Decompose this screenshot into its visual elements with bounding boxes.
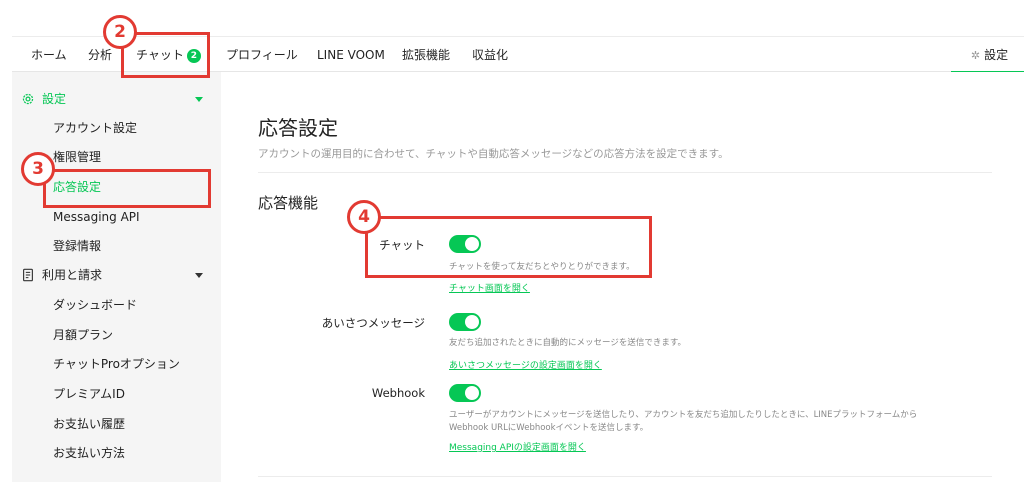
page-title: 応答設定 (258, 116, 338, 140)
nav-settings-label: 設定 (984, 48, 1009, 62)
chevron-down-icon (195, 273, 203, 278)
greeting-settings-link[interactable]: あいさつメッセージの設定画面を開く (449, 358, 602, 371)
divider (258, 476, 992, 477)
sidebar-item-registration-info[interactable]: 登録情報 (12, 232, 221, 261)
nav-extensions[interactable]: 拡張機能 (402, 37, 450, 73)
gear-icon: ✲ (970, 49, 981, 62)
nav-voom[interactable]: LINE VOOM (317, 37, 385, 73)
annotation-number-3: 3 (21, 152, 55, 186)
chevron-down-icon (195, 97, 203, 102)
annotation-box-chat-toggle (365, 216, 652, 278)
nav-monetize[interactable]: 収益化 (472, 37, 508, 73)
divider (258, 172, 992, 173)
webhook-toggle[interactable] (449, 384, 481, 402)
greeting-toggle-label: あいさつメッセージ (321, 316, 425, 330)
receipt-icon (23, 268, 33, 282)
sidebar-item-payment-method[interactable]: お支払い方法 (12, 439, 221, 468)
sidebar-header-billing[interactable]: 利用と請求 (12, 261, 221, 290)
sidebar-header-settings-label: 設定 (42, 92, 67, 106)
sidebar-item-monthly-plan[interactable]: 月額プラン (12, 321, 221, 350)
nav-settings[interactable]: ✲ 設定 (951, 37, 1024, 73)
annotation-number-2: 2 (103, 15, 137, 49)
messaging-api-settings-link[interactable]: Messaging APIの設定画面を開く (449, 440, 586, 453)
sidebar-item-chat-pro-option[interactable]: チャットProオプション (12, 350, 221, 379)
sidebar-item-payment-history[interactable]: お支払い履歴 (12, 410, 221, 439)
greeting-toggle[interactable] (449, 313, 481, 331)
sidebar: 設定 アカウント設定 権限管理 応答設定 Messaging API 登録情報 … (12, 72, 221, 482)
page-description: アカウントの運用目的に合わせて、チャットや自動応答メッセージなどの応答方法を設定… (258, 148, 729, 160)
sidebar-item-dashboard[interactable]: ダッシュボード (12, 291, 221, 320)
sidebar-item-account-settings[interactable]: アカウント設定 (12, 114, 221, 143)
webhook-toggle-label: Webhook (371, 386, 425, 400)
nav-home[interactable]: ホーム (31, 37, 67, 73)
sidebar-header-billing-label: 利用と請求 (42, 268, 103, 282)
webhook-description-line1: ユーザーがアカウントにメッセージを送信したり、アカウントを友だち追加したりしたと… (449, 410, 918, 420)
sidebar-header-settings[interactable]: 設定 (12, 85, 221, 114)
gear-icon (22, 93, 34, 105)
annotation-number-4: 4 (347, 200, 381, 234)
sidebar-item-premium-id[interactable]: プレミアムID (12, 380, 221, 409)
chat-screen-link[interactable]: チャット画面を開く (449, 281, 530, 294)
annotation-box-response-settings (43, 169, 211, 208)
webhook-description-line2: Webhook URLにWebhookイベントを送信します。 (449, 423, 649, 433)
section-title: 応答機能 (258, 194, 319, 212)
greeting-description: 友だち追加されたときに自動的にメッセージを送信できます。 (449, 338, 686, 348)
nav-profile[interactable]: プロフィール (226, 37, 298, 73)
